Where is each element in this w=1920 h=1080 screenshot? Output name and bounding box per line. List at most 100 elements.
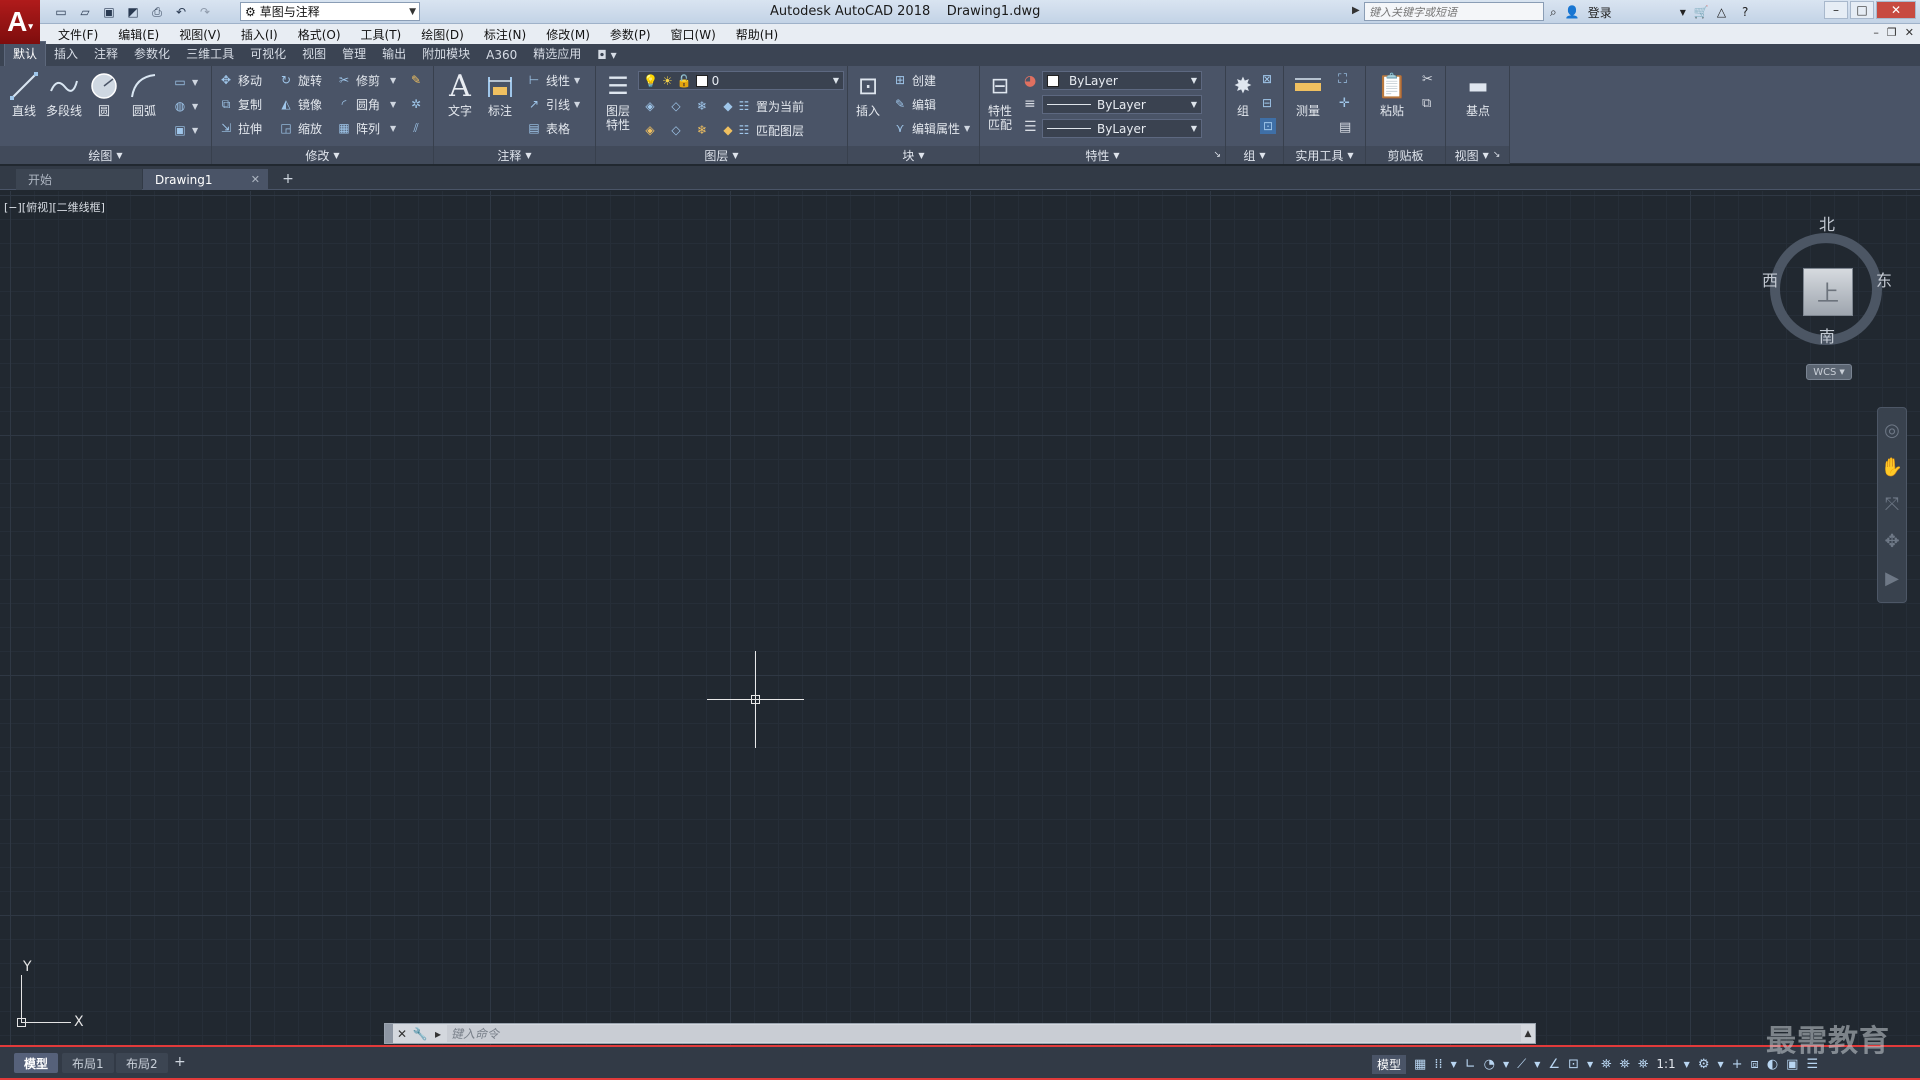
tab-view[interactable]: 视图 bbox=[294, 42, 334, 66]
panel-annotation-title[interactable]: 注释 ▼ bbox=[434, 146, 595, 164]
wcs-menu[interactable]: WCS ▼ bbox=[1806, 364, 1852, 380]
match-properties-button[interactable]: ⊟ 特性 匹配 bbox=[980, 70, 1020, 133]
print-icon[interactable]: ⎙ bbox=[148, 3, 166, 21]
array-button[interactable]: ▦ 阵列 ▼ bbox=[336, 118, 396, 138]
minimize-icon[interactable]: – bbox=[1873, 26, 1879, 39]
scale-button[interactable]: ◲ 缩放 bbox=[278, 118, 322, 138]
menu-edit[interactable]: 编辑(E) bbox=[108, 26, 169, 43]
object-snap-icon[interactable]: ⊡ bbox=[1568, 1057, 1579, 1072]
undo-icon[interactable]: ↶ bbox=[172, 3, 190, 21]
pan-icon[interactable]: ✋ bbox=[1881, 457, 1903, 478]
layout-tab-model[interactable]: 模型 bbox=[14, 1053, 59, 1073]
text-button[interactable]: A 文字 bbox=[440, 69, 480, 119]
layer-freeze-icon[interactable]: ❄ bbox=[694, 98, 710, 114]
showmotion-icon[interactable]: ▶ bbox=[1885, 568, 1899, 589]
menu-format[interactable]: 格式(O) bbox=[288, 26, 351, 43]
group-select-icon[interactable]: ⊡ bbox=[1260, 118, 1277, 134]
layer-isolate-icon[interactable]: ◇ bbox=[668, 98, 684, 114]
linetype-dropdown[interactable]: ByLayer ▼ bbox=[1042, 95, 1202, 114]
panel-block-title[interactable]: 块 ▼ bbox=[848, 146, 979, 164]
menu-window[interactable]: 窗口(W) bbox=[661, 26, 726, 43]
new-tab-button[interactable]: + bbox=[279, 170, 297, 188]
snap-icon[interactable]: ⁞⁞ bbox=[1434, 1057, 1442, 1072]
layer-on-icon[interactable]: ◈ bbox=[642, 122, 658, 138]
hatch-button[interactable]: ◍ ▼ bbox=[172, 96, 198, 116]
copy-button[interactable]: ⧉ 复制 bbox=[218, 94, 262, 114]
tab-addins[interactable]: 附加模块 bbox=[414, 42, 478, 66]
autodesk-icon[interactable]: △ bbox=[1717, 5, 1726, 19]
tab-default[interactable]: 默认 bbox=[4, 41, 47, 66]
layer-dropdown[interactable]: 💡 ☀ 🔓 0 ▼ bbox=[638, 71, 844, 90]
workspace-gear-icon[interactable]: ⚙ bbox=[1698, 1057, 1710, 1072]
layer-lock-icon[interactable]: ◆ bbox=[720, 98, 736, 114]
save-as-icon[interactable]: ◩ bbox=[124, 3, 142, 21]
model-space-button[interactable]: 模型 bbox=[1372, 1054, 1407, 1074]
open-file-icon[interactable]: ▱ bbox=[76, 3, 94, 21]
annotation-scale-value[interactable]: 1:1 bbox=[1656, 1057, 1675, 1071]
zoom-extents-icon[interactable]: ⤧ bbox=[1885, 494, 1899, 515]
menu-modify[interactable]: 修改(M) bbox=[536, 26, 600, 43]
panel-groups-title[interactable]: 组 ▼ bbox=[1226, 146, 1283, 164]
chevron-up-icon[interactable]: ▲ bbox=[1521, 1029, 1535, 1039]
viewcube[interactable]: 上 北 南 西 东 bbox=[1762, 211, 1894, 351]
annotation-scale-icon[interactable]: ⛯ bbox=[1638, 1057, 1648, 1072]
close-icon[interactable]: ✕ bbox=[1905, 26, 1914, 39]
edit-block-button[interactable]: ✎ 编辑 bbox=[892, 94, 936, 114]
panel-launcher-icon[interactable]: ↘ bbox=[1493, 150, 1501, 160]
measure-button[interactable]: 测量 bbox=[1288, 70, 1328, 118]
new-file-icon[interactable]: ▭ bbox=[52, 3, 70, 21]
command-line-grip[interactable] bbox=[385, 1024, 393, 1043]
panel-utilities-title[interactable]: 实用工具 ▼ bbox=[1284, 146, 1365, 164]
layout-tab-layout2[interactable]: 布局2 bbox=[116, 1053, 168, 1073]
chevron-down-icon[interactable]: ▼ bbox=[1451, 1060, 1457, 1069]
layout-tab-layout1[interactable]: 布局1 bbox=[62, 1053, 114, 1073]
rectangle-button[interactable]: ▭ ▼ bbox=[172, 72, 198, 92]
compass-north[interactable]: 北 bbox=[1819, 211, 1835, 235]
search-input[interactable]: 键入关键字或短语 bbox=[1364, 2, 1544, 21]
group-edit-icon[interactable]: ⊟ bbox=[1262, 96, 1272, 110]
tab-featured-apps[interactable]: 精选应用 bbox=[525, 42, 589, 66]
annotation-monitor-icon[interactable]: + bbox=[1732, 1057, 1743, 1072]
chevron-down-icon[interactable]: ▼ bbox=[1684, 1060, 1690, 1069]
steering-wheel-icon[interactable]: ◎ bbox=[1884, 420, 1900, 441]
ortho-icon[interactable]: ∟ bbox=[1465, 1057, 1476, 1072]
menu-parametric[interactable]: 参数(P) bbox=[600, 26, 661, 43]
ribbon-toggle-icon[interactable]: ◘ ▾ bbox=[589, 45, 624, 66]
user-icon[interactable]: 👤 bbox=[1565, 5, 1580, 19]
stretch-button[interactable]: ⇲ 拉伸 bbox=[218, 118, 262, 138]
group-button[interactable]: ✸ 组 bbox=[1226, 70, 1260, 119]
panel-layers-title[interactable]: 图层 ▼ bbox=[596, 146, 847, 164]
help-icon[interactable]: ? bbox=[1742, 5, 1748, 19]
tab-output[interactable]: 输出 bbox=[374, 42, 414, 66]
grid-icon[interactable]: ▦ bbox=[1414, 1057, 1426, 1072]
restore-icon[interactable]: ❐ bbox=[1887, 26, 1897, 39]
insert-block-button[interactable]: ⊡ 插入 bbox=[848, 70, 888, 118]
orbit-icon[interactable]: ✥ bbox=[1884, 531, 1899, 552]
linear-button[interactable]: ⊢ 线性 ▼ bbox=[526, 70, 580, 90]
trim-button[interactable]: ✂ 修剪 ▼ bbox=[336, 70, 396, 90]
circle-button[interactable]: 圆 bbox=[84, 70, 124, 118]
tab-manage[interactable]: 管理 bbox=[334, 42, 374, 66]
panel-modify-title[interactable]: 修改 ▼ bbox=[212, 146, 433, 164]
close-icon[interactable]: ✕ bbox=[393, 1025, 411, 1043]
panel-view-title[interactable]: 视图 ▼ ↘ bbox=[1446, 146, 1509, 164]
layer-unisolate-icon[interactable]: ◇ bbox=[668, 122, 684, 138]
compass-east[interactable]: 东 bbox=[1876, 267, 1892, 291]
boundary-button[interactable]: ▣ ▼ bbox=[172, 120, 198, 140]
menu-insert[interactable]: 插入(I) bbox=[231, 26, 288, 43]
leader-button[interactable]: ↗ 引线 ▼ bbox=[526, 94, 580, 114]
file-tab-drawing1[interactable]: Drawing1 ✕ bbox=[143, 169, 268, 190]
workspace-dropdown[interactable]: ⚙ 草图与注释 ▼ bbox=[240, 2, 420, 21]
chevron-right-icon[interactable]: ▶ bbox=[1352, 5, 1360, 16]
add-layout-button[interactable]: + bbox=[174, 1054, 186, 1070]
mirror-button[interactable]: ◭ 镜像 bbox=[278, 94, 322, 114]
annotation-visibility-icon[interactable]: ⛯ bbox=[1601, 1057, 1611, 1072]
edit-attributes-button[interactable]: ⋎ 编辑属性 ▼ bbox=[892, 118, 971, 138]
polar-icon[interactable]: ◔ bbox=[1484, 1057, 1495, 1072]
match-layer-button[interactable]: ☷ 匹配图层 bbox=[736, 120, 804, 140]
panel-launcher-icon[interactable]: ↘ bbox=[1213, 150, 1221, 160]
menu-dimension[interactable]: 标注(N) bbox=[474, 26, 536, 43]
arc-button[interactable]: 圆弧 bbox=[124, 70, 164, 118]
dimension-button[interactable]: 标注 bbox=[480, 70, 520, 118]
application-menu-button[interactable]: A ▾ bbox=[0, 0, 40, 44]
